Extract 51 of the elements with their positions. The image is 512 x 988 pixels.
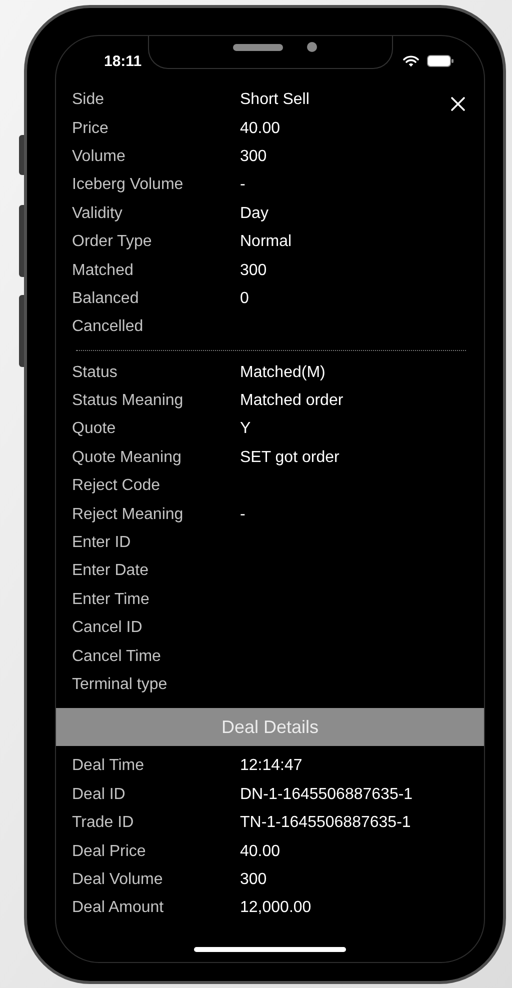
field-label: Order Type — [72, 233, 152, 252]
field-label: Status — [72, 364, 118, 382]
field-label: Balanced — [72, 290, 139, 308]
field-label: Cancel ID — [72, 619, 142, 638]
field-value: 40.00 — [240, 120, 280, 138]
field-value: 300 — [240, 870, 267, 889]
field-value: 0 — [240, 290, 249, 308]
field-label: Enter Time — [72, 590, 150, 609]
field-value: Matched(M) — [240, 364, 326, 382]
field-value: - — [240, 176, 246, 194]
field-value: SET got order — [240, 448, 340, 467]
field-label: Deal Price — [72, 842, 146, 861]
field-label: Matched — [72, 262, 134, 280]
field-value: 12:14:47 — [240, 757, 302, 776]
field-label: Cancelled — [72, 318, 144, 336]
field-label: Trade ID — [72, 814, 134, 832]
wifi-icon — [403, 55, 419, 67]
field-value: Short Sell — [240, 91, 310, 110]
status-time: 18:11 — [104, 52, 142, 70]
field-label: Iceberg Volume — [72, 176, 184, 194]
field-label: Reject Code — [72, 477, 160, 496]
field-label: Deal Amount — [72, 899, 164, 918]
field-label: Side — [72, 91, 104, 110]
field-value: TN-1-1645506887635-1 — [240, 814, 411, 832]
field-value: DN-1-1645506887635-1 — [240, 786, 413, 804]
field-value: Day — [240, 204, 268, 223]
field-label: Enter ID — [72, 534, 131, 552]
field-label: Reject Meaning — [72, 506, 184, 524]
field-value: Matched order — [240, 392, 344, 410]
field-value: Normal — [240, 233, 292, 252]
close-icon[interactable] — [450, 96, 466, 112]
field-label: Quote — [72, 420, 116, 438]
field-value: Y — [240, 420, 251, 438]
field-label: Validity — [72, 204, 122, 223]
field-label: Terminal type — [72, 676, 168, 694]
field-value: 300 — [240, 148, 267, 166]
field-label: Deal Volume — [72, 870, 163, 889]
field-value: 12,000.00 — [240, 899, 312, 918]
battery-icon — [427, 55, 454, 67]
field-label: Volume — [72, 148, 126, 166]
field-label: Enter Date — [72, 562, 148, 580]
field-label: Status Meaning — [72, 392, 184, 410]
field-label: Price — [72, 120, 108, 138]
field-label: Deal Time — [72, 757, 144, 776]
field-value: - — [240, 506, 246, 524]
section-header: Deal Details — [56, 708, 484, 746]
field-label: Deal ID — [72, 786, 126, 804]
field-value: 40.00 — [240, 842, 280, 861]
field-label: Cancel Time — [72, 648, 161, 666]
field-label: Quote Meaning — [72, 448, 182, 467]
field-value: 300 — [240, 262, 267, 280]
